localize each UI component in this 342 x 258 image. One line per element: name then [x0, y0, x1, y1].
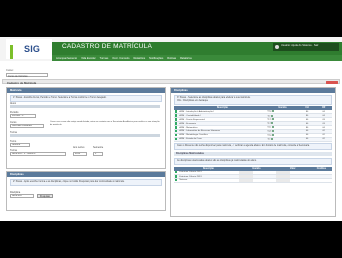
enrolled-table-wrap: Descrição Horário Valor Créditos Estrutu…: [174, 166, 332, 183]
cell-descricao: ADM - Estudo de Caso: [178, 137, 267, 142]
menu-item-2[interactable]: Vida Escolar: [81, 57, 96, 60]
app-window: SIG CADASTRO DE MATRÍCULA Usuário: Ajuda…: [0, 37, 342, 221]
menu-item-6[interactable]: Notificações: [149, 57, 163, 60]
menu-item-1[interactable]: Acompanhamento: [56, 57, 77, 60]
clock-icon: [272, 118, 275, 121]
selected-turma-select[interactable]: ADM-001 - 1 - Noturno: [10, 152, 66, 156]
panel-title: Disciplinas: [7, 172, 165, 177]
page-title-bar: Cadastro de Matrícula: [2, 79, 340, 85]
course-select[interactable]: Curso de Ciências: [6, 73, 48, 78]
clock-icon: [270, 137, 273, 140]
clock-icon: [271, 110, 274, 113]
discipline-search-input[interactable]: ADM-001: [10, 194, 34, 198]
cell-valor: [274, 178, 311, 183]
curso-select[interactable]: Ciências Contábeis: [10, 124, 44, 128]
logo-text: SIG: [24, 44, 41, 54]
banner: CADASTRO DE MATRÍCULA Usuário: Ajuda do …: [52, 42, 342, 55]
cell-ch: 40: [298, 137, 316, 142]
checkbox-icon[interactable]: [175, 170, 178, 174]
aluno-field[interactable]: [10, 105, 160, 108]
enrolled-title: Disciplinas Matriculadas: [174, 151, 332, 156]
clock-icon: [270, 114, 273, 117]
disciplines-table-wrap: Descrição Horário CH CR ADM - Introdução…: [174, 106, 332, 142]
checkbox-icon[interactable]: [175, 133, 178, 137]
checkbox-icon[interactable]: [175, 110, 178, 113]
menu-item-3[interactable]: Turmas: [100, 57, 109, 60]
checkbox-icon[interactable]: [175, 175, 178, 178]
horario-text: Sex: [267, 126, 272, 129]
logo-mark: [10, 45, 13, 59]
user-info[interactable]: Usuário: Ajuda do Sistema · Sair: [273, 43, 339, 51]
menu-item-8[interactable]: Relatórios: [180, 57, 192, 60]
cell-horario: Ter: [266, 137, 299, 142]
close-button[interactable]: [326, 80, 338, 84]
semestre-input[interactable]: 1: [93, 152, 103, 156]
empty-cell: [239, 175, 254, 178]
empty-cell: [275, 170, 290, 174]
cell-cr: 02: [315, 137, 332, 142]
horario-text: Qui: [267, 122, 271, 125]
checkbox-icon[interactable]: [175, 126, 178, 129]
menu-item-5[interactable]: Relatórios: [133, 57, 145, 60]
step2-note: 2º Passo - Após escolher turma e as disc…: [10, 179, 162, 186]
empty-cell: [239, 170, 254, 174]
horario-text: Qua: [267, 119, 272, 122]
checkbox-icon[interactable]: [175, 137, 178, 141]
panel-title: Disciplinas: [171, 88, 335, 93]
horario-text: Seg: [267, 134, 272, 137]
checkbox-icon[interactable]: [175, 130, 178, 133]
empty-cell: [275, 175, 290, 178]
search-button[interactable]: Pesquisar: [37, 194, 53, 198]
cell-creditos: [310, 178, 332, 183]
curso-help-note: Caso o seu curso não esteja sendo listad…: [50, 121, 160, 126]
banner-title: CADASTRO DE MATRÍCULA: [62, 43, 153, 50]
checkbox-icon[interactable]: [175, 122, 178, 125]
ano-label: Ano Letivo: [73, 146, 85, 149]
enrolled-table: Descrição Horário Valor Créditos Estrutu…: [174, 166, 332, 183]
periodo-select[interactable]: Período - 1º: [10, 114, 36, 118]
header: SIG CADASTRO DE MATRÍCULA Usuário: Ajuda…: [0, 37, 342, 61]
horario-text: Sab: [267, 130, 272, 133]
checkbox-icon[interactable]: [175, 179, 178, 182]
checkbox-icon[interactable]: [175, 114, 178, 117]
turma-field[interactable]: [10, 134, 160, 137]
table-row[interactable]: ADM - Estudo de Caso Ter 40 02: [174, 137, 332, 142]
panel-title: Matrícula: [7, 88, 165, 93]
clock-icon: [271, 126, 274, 129]
disciplines-panel: Disciplinas 3º Passo - Selecione as disc…: [170, 87, 336, 217]
cell-descricao: Noturno: [178, 178, 239, 183]
semestre-label: Semestre: [93, 146, 104, 149]
horario-text: Seg: [267, 110, 272, 113]
clock-icon: [271, 130, 274, 133]
main-menu: Acompanhamento Vida Escolar Turmas Ocor.…: [52, 55, 342, 61]
enrolled-body: Estrutura Ciência 2013 Estrutura Ciência …: [174, 170, 332, 183]
empty-cell: [239, 179, 254, 182]
empty-cell: [275, 179, 290, 182]
checkbox-icon[interactable]: [175, 118, 178, 121]
ano-input[interactable]: 2013: [73, 152, 87, 156]
enrolled-note: As disciplinas relacionadas abaixo são a…: [174, 157, 332, 165]
clock-icon: [271, 134, 274, 136]
disciplines-table: Descrição Horário CH CR ADM - Introdução…: [174, 106, 332, 142]
disciplines-search-panel: Disciplinas 2º Passo - Após escolher tur…: [6, 171, 166, 211]
table-row[interactable]: Noturno: [174, 178, 332, 183]
breadcrumb: Curso:: [6, 69, 14, 72]
step3-note: 3º Passo - Selecione as disciplinas abai…: [174, 95, 332, 105]
enrollment-panel: Matrícula 1º Passo - Escolha Curso, Perí…: [6, 87, 166, 169]
page-title: Cadastro de Matrícula: [7, 80, 37, 85]
clock-icon: [271, 122, 274, 125]
menu-item-4[interactable]: Ocor. Conceito: [112, 57, 129, 60]
footer-note: Caso o Discente não tenha disponível par…: [174, 142, 332, 150]
user-info-text: Usuário: Ajuda do Sistema · Sair: [281, 44, 319, 47]
step1-note: 1º Passo - Escolha Curso, Período e Turn…: [10, 95, 162, 102]
user-icon: [275, 44, 279, 49]
cell-horario: [238, 178, 275, 183]
logo: SIG: [6, 39, 52, 59]
disciplines-body: ADM - Introdução à Administração I Seg 80 0…: [174, 110, 332, 142]
menu-item-7[interactable]: Rotinas: [167, 57, 176, 60]
step3-obs: Obs.: Disciplinas em destaque: [177, 100, 209, 102]
turno-select[interactable]: Noturno: [10, 143, 30, 147]
